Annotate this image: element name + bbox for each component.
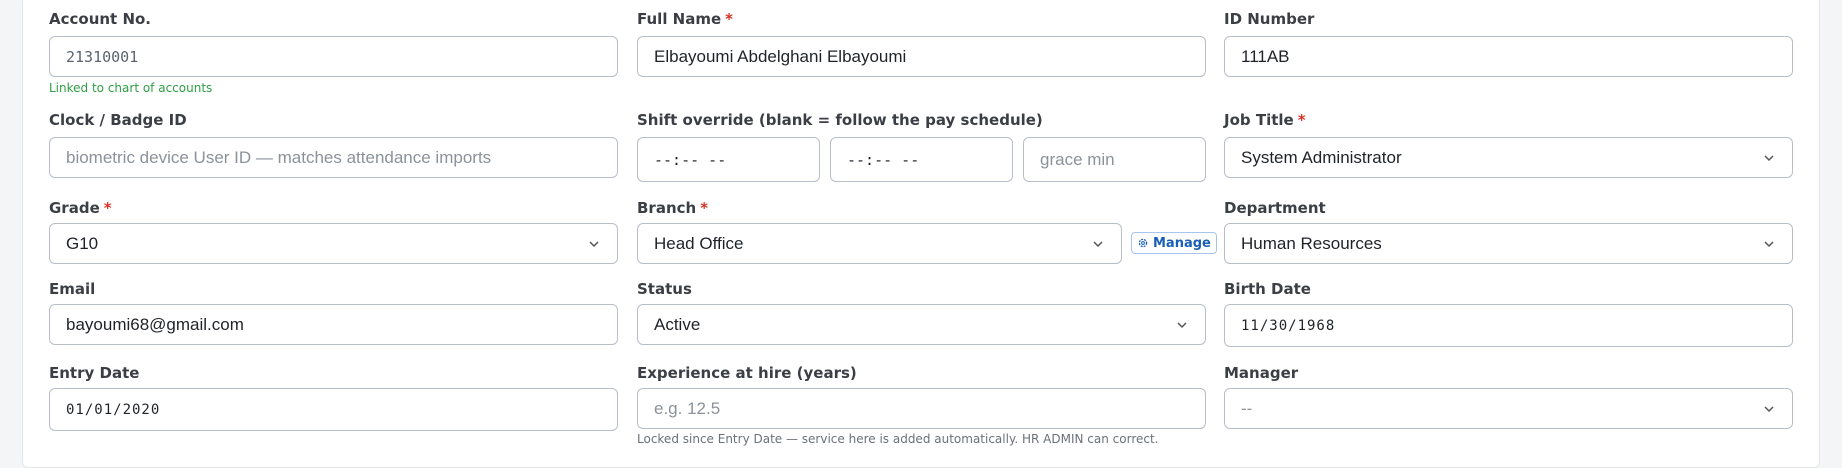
department-value: Human Resources [1241,233,1382,253]
manager-select[interactable]: -- [1224,388,1793,429]
manage-label: Manage [1153,235,1211,251]
account-no-field: 21310001 [49,36,618,77]
experience-help: Locked since Entry Date — service here i… [637,432,1159,446]
chevron-down-icon [1764,155,1774,162]
branch-value: Head Office [654,233,744,253]
manager-label: Manager [1224,364,1299,382]
clock-badge-label: Clock / Badge ID [49,111,187,129]
required-mark: * [700,199,709,217]
job-title-select[interactable]: System Administrator [1224,137,1793,178]
department-label: Department [1224,199,1326,217]
clock-badge-input[interactable]: biometric device User ID — matches atten… [49,137,618,178]
required-mark: * [725,10,734,28]
shift-start-time-input[interactable]: --:-- -- [637,137,820,182]
grade-label: Grade [49,199,100,217]
birth-date-label: Birth Date [1224,280,1311,298]
grade-select[interactable]: G10 [49,223,618,264]
job-title-label: Job Title [1224,111,1294,129]
account-no-help: Linked to chart of accounts [49,81,213,95]
chevron-down-icon [1764,241,1774,248]
gear-icon [1138,238,1148,248]
department-select[interactable]: Human Resources [1224,223,1793,264]
grade-value: G10 [66,233,99,253]
full-name-label: Full Name [637,10,722,28]
id-number-label: ID Number [1224,10,1315,28]
email-label: Email [49,280,96,298]
full-name-input[interactable]: Elbayoumi Abdelghani Elbayoumi [637,36,1206,77]
job-title-value: System Administrator [1241,147,1402,167]
chevron-down-icon [1177,322,1187,329]
entry-date-label: Entry Date [49,364,140,382]
account-no-label: Account No. [49,10,152,28]
grace-minutes-input[interactable]: grace min [1023,137,1206,182]
id-number-input[interactable]: 111AB [1224,36,1793,77]
shift-override-label: Shift override (blank = follow the pay s… [637,111,1043,129]
status-select[interactable]: Active [637,304,1206,345]
required-mark: * [103,199,112,217]
experience-label: Experience at hire (years) [637,364,857,382]
chevron-down-icon [1093,241,1103,248]
branch-select[interactable]: Head Office [637,223,1122,264]
status-value: Active [654,314,701,334]
status-label: Status [637,280,692,298]
branch-label: Branch [637,199,697,217]
manager-value: -- [1241,398,1253,418]
chevron-down-icon [589,241,599,248]
birth-date-input[interactable]: 11/30/1968 [1224,304,1793,347]
shift-end-time-input[interactable]: --:-- -- [830,137,1013,182]
required-mark: * [1297,111,1306,129]
email-input[interactable]: bayoumi68@gmail.com [49,304,618,345]
manage-branches-button[interactable]: Manage [1131,232,1217,254]
chevron-down-icon [1764,406,1774,413]
entry-date-input[interactable]: 01/01/2020 [49,388,618,431]
experience-input[interactable]: e.g. 12.5 [637,388,1206,429]
